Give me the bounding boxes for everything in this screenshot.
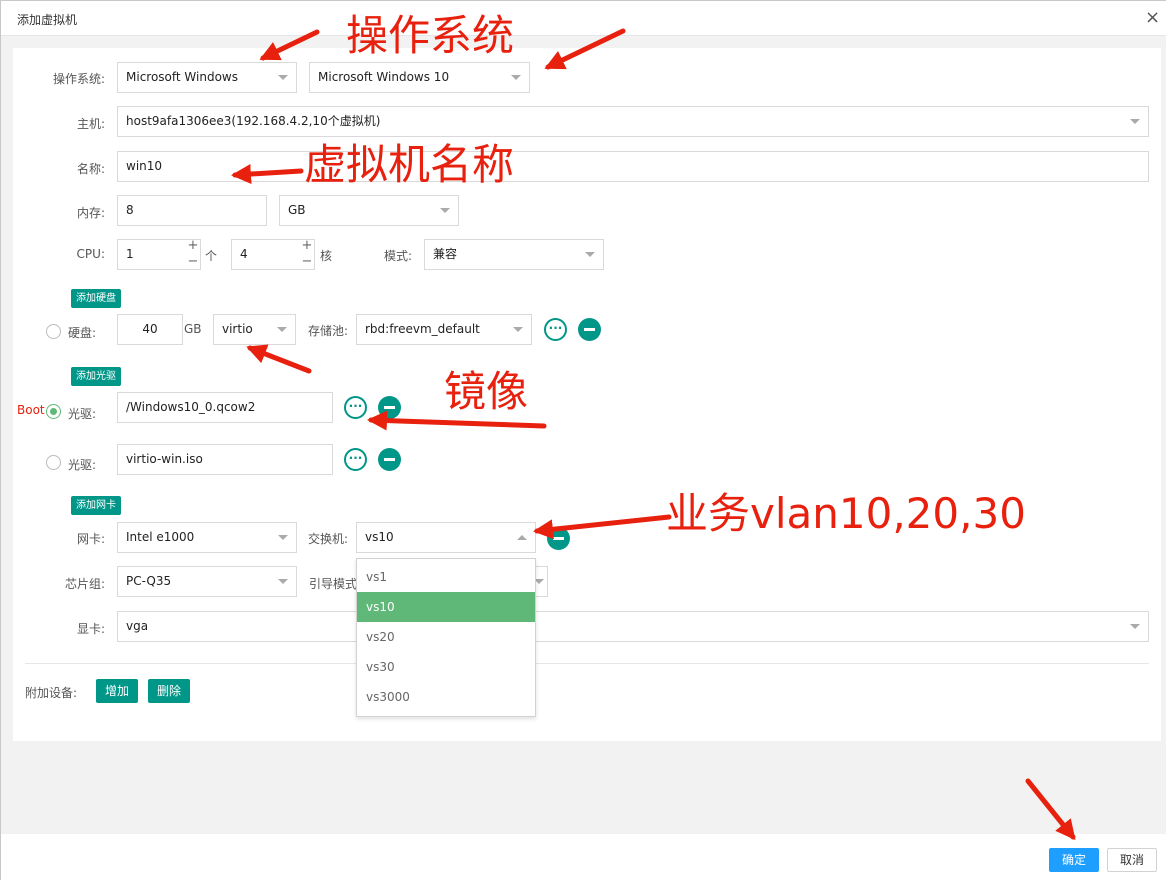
close-icon[interactable]: × (1145, 7, 1160, 28)
switch-option[interactable]: vs20 (357, 622, 535, 652)
storage-pool-value: rbd:freevm_default (365, 322, 480, 336)
cdrom-2-radio[interactable] (46, 455, 61, 470)
os-family-value: Microsoft Windows (126, 70, 238, 84)
chipset-label: 芯片组: (64, 577, 105, 591)
minus-icon[interactable]: − (187, 255, 199, 270)
switch-option[interactable]: vs3000 (357, 682, 535, 712)
more-icon[interactable]: ··· (344, 448, 367, 471)
disk-bus-value: virtio (222, 322, 253, 336)
dialog-footer (1, 834, 1166, 881)
memory-label: 内存: (76, 206, 105, 220)
remove-disk-icon[interactable] (578, 318, 601, 341)
add-cdrom-button[interactable]: 添加光驱 (71, 367, 121, 386)
cdrom-1-label: 光驱: (68, 407, 97, 421)
remove-cdrom-1-icon[interactable] (378, 396, 401, 419)
remove-cdrom-2-icon[interactable] (378, 448, 401, 471)
extra-devices-label: 附加设备: (25, 686, 78, 700)
annotation-vm-name: 虚拟机名称 (304, 140, 515, 189)
disk-size-unit: GB (184, 322, 202, 336)
add-vm-dialog: 添加虚拟机 × 操作系统: Microsoft Windows Microsof… (0, 0, 1166, 881)
chevron-down-icon (513, 327, 523, 332)
switch-option-selected[interactable]: vs10 (357, 592, 535, 622)
os-family-select[interactable]: Microsoft Windows (117, 62, 297, 93)
chevron-down-icon (1130, 119, 1140, 124)
chevron-down-icon (278, 535, 288, 540)
dialog-titlebar: 添加虚拟机 × (1, 1, 1166, 36)
add-nic-button[interactable]: 添加网卡 (71, 496, 121, 515)
memory-unit-select[interactable]: GB (279, 195, 459, 226)
switch-value: vs10 (365, 530, 394, 544)
chevron-down-icon (277, 327, 287, 332)
annotation-os: 操作系统 (346, 11, 515, 60)
disk-size-input[interactable]: 40 (117, 314, 183, 345)
os-version-select[interactable]: Microsoft Windows 10 (309, 62, 530, 93)
cdrom-1-input[interactable]: /Windows10_0.qcow2 (117, 392, 333, 423)
chevron-down-icon (511, 75, 521, 80)
disk-label: 硬盘: (68, 326, 97, 340)
chevron-up-icon (517, 535, 527, 540)
plus-icon[interactable]: + (187, 239, 199, 254)
cpu-mode-label: 模式: (383, 249, 412, 263)
add-disk-button[interactable]: 添加硬盘 (71, 289, 121, 308)
switch-option[interactable]: vs30 (357, 652, 535, 682)
nic-model-select[interactable]: Intel e1000 (117, 522, 297, 553)
dialog-title: 添加虚拟机 (17, 13, 78, 27)
ok-button[interactable]: 确定 (1049, 848, 1099, 872)
chevron-down-icon (585, 252, 595, 257)
chipset-select[interactable]: PC-Q35 (117, 566, 297, 597)
add-device-button[interactable]: 增加 (96, 679, 139, 703)
annotation-vlan: 业务vlan10,20,30 (666, 489, 1026, 538)
cpu-sockets-unit: 个 (205, 249, 218, 263)
switch-dropdown: vs1 vs10 vs20 vs30 vs3000 (356, 558, 536, 717)
cpu-mode-value: 兼容 (433, 247, 458, 261)
nic-model-value: Intel e1000 (126, 530, 195, 544)
cancel-button[interactable]: 取消 (1107, 848, 1157, 872)
boot-mode-label: 引导模式 (309, 577, 358, 591)
chevron-down-icon (1130, 624, 1140, 629)
host-label: 主机: (76, 117, 105, 131)
name-label: 名称: (76, 162, 105, 176)
cpu-label: CPU: (76, 247, 105, 261)
storage-pool-select[interactable]: rbd:freevm_default (356, 314, 532, 345)
name-input[interactable]: win10 (117, 151, 1149, 182)
host-value: host9afa1306ee3(192.168.4.2,10个虚拟机) (126, 114, 381, 128)
more-icon[interactable]: ··· (544, 318, 567, 341)
minus-icon[interactable]: − (301, 255, 313, 270)
memory-input[interactable]: 8 (117, 195, 267, 226)
boot-tag: Boot (17, 403, 45, 417)
disk-bus-select[interactable]: virtio (213, 314, 296, 345)
remove-device-button[interactable]: 删除 (148, 679, 191, 703)
gpu-label: 显卡: (76, 622, 105, 636)
nic-label: 网卡: (76, 532, 105, 546)
more-icon[interactable]: ··· (344, 396, 367, 419)
gpu-select[interactable]: vga (117, 611, 1149, 642)
chevron-down-icon (278, 75, 288, 80)
chevron-down-icon (278, 579, 288, 584)
cpu-sockets-stepper[interactable]: + − (187, 239, 199, 270)
cpu-mode-select[interactable]: 兼容 (424, 239, 604, 270)
cdrom-1-radio[interactable] (46, 404, 61, 419)
host-select[interactable]: host9afa1306ee3(192.168.4.2,10个虚拟机) (117, 106, 1149, 137)
remove-nic-icon[interactable] (547, 527, 570, 550)
chevron-down-icon (440, 208, 450, 213)
cdrom-2-label: 光驱: (68, 458, 97, 472)
memory-unit-value: GB (288, 203, 306, 217)
disk-radio[interactable] (46, 324, 61, 339)
annotation-image: 镜像 (444, 367, 529, 416)
switch-select[interactable]: vs10 (356, 522, 536, 553)
cpu-cores-stepper[interactable]: + − (301, 239, 313, 270)
plus-icon[interactable]: + (301, 239, 313, 254)
os-version-value: Microsoft Windows 10 (318, 70, 450, 84)
chipset-value: PC-Q35 (126, 574, 172, 588)
switch-option[interactable]: vs1 (357, 562, 535, 592)
storage-pool-label: 存储池: (307, 324, 348, 338)
divider (25, 663, 1149, 664)
cpu-cores-unit: 核 (320, 249, 333, 263)
os-label: 操作系统: (52, 72, 105, 86)
switch-label: 交换机: (307, 532, 348, 546)
cdrom-2-input[interactable]: virtio-win.iso (117, 444, 333, 475)
gpu-value: vga (126, 619, 149, 633)
